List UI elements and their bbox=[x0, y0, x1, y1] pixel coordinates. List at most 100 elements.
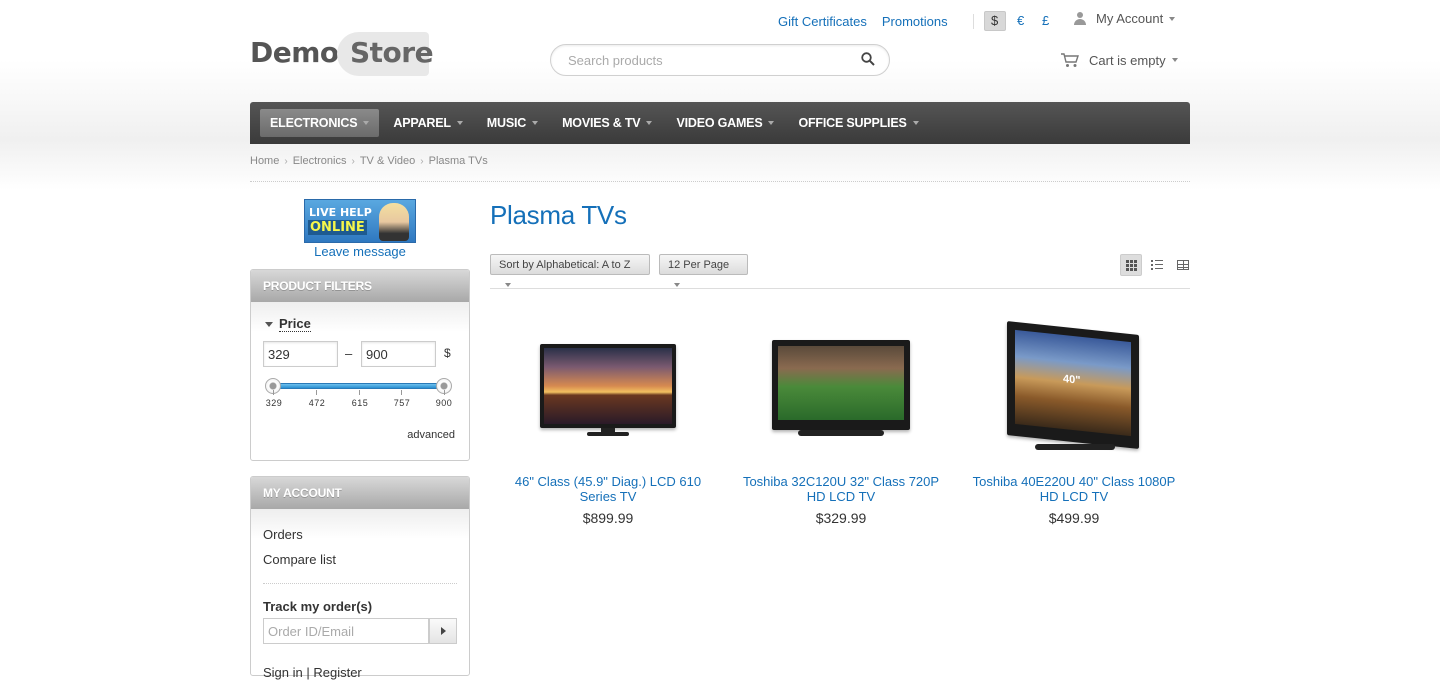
cart-icon bbox=[1061, 53, 1079, 67]
nav-item-label: APPAREL bbox=[393, 116, 451, 130]
product-price: $329.99 bbox=[815, 510, 867, 526]
slider-tick bbox=[316, 390, 317, 395]
nav-item-video-games[interactable]: VIDEO GAMES bbox=[666, 109, 784, 137]
product-image[interactable] bbox=[503, 320, 713, 460]
cart-menu[interactable]: Cart is empty bbox=[1060, 52, 1178, 68]
price-filter-toggle[interactable]: Price bbox=[265, 316, 311, 332]
price-filter-label: Price bbox=[279, 316, 311, 332]
product-filters-panel: PRODUCT FILTERS Price – $ 329 472 615 75… bbox=[250, 269, 470, 461]
live-help-line-1: LIVE HELP bbox=[309, 206, 372, 219]
product-name-link[interactable]: Toshiba 40E220U 40" Class 1080P HD LCD T… bbox=[969, 474, 1179, 504]
my-account-title: MY ACCOUNT bbox=[251, 477, 469, 509]
sort-dropdown[interactable]: Sort by Alphabetical: A to Z bbox=[490, 254, 650, 288]
track-order-submit-button[interactable] bbox=[429, 618, 457, 644]
compare-list-link[interactable]: Compare list bbox=[263, 552, 336, 567]
divider bbox=[250, 181, 1190, 182]
gift-certificates-link[interactable]: Gift Certificates bbox=[778, 14, 867, 29]
screen-size-badge: 40" bbox=[1063, 372, 1081, 387]
search-icon[interactable] bbox=[861, 52, 875, 66]
tv-sunset-image bbox=[540, 344, 676, 428]
nav-item-electronics[interactable]: ELECTRONICS bbox=[260, 109, 380, 137]
orders-link[interactable]: Orders bbox=[263, 527, 303, 542]
list-icon bbox=[1151, 260, 1163, 270]
chevron-down-icon bbox=[456, 121, 463, 125]
list-view-button[interactable] bbox=[1146, 254, 1168, 276]
leave-message-link[interactable]: Leave message bbox=[250, 244, 470, 259]
product-filters-title: PRODUCT FILTERS bbox=[251, 270, 469, 302]
nav-item-label: MOVIES & TV bbox=[562, 116, 641, 130]
logo[interactable]: Demo Store bbox=[250, 32, 434, 76]
breadcrumb-separator-icon: › bbox=[420, 155, 424, 167]
search-input[interactable] bbox=[566, 52, 850, 69]
nav-item-office-supplies[interactable]: OFFICE SUPPLIES bbox=[788, 109, 928, 137]
product-name-link[interactable]: Toshiba 32C120U 32" Class 720P HD LCD TV bbox=[736, 474, 946, 504]
nav-item-label: MUSIC bbox=[486, 116, 527, 130]
currency-gbp[interactable]: £ bbox=[1036, 12, 1056, 30]
divider bbox=[490, 288, 1190, 289]
grid-icon bbox=[1126, 260, 1137, 271]
slider-tick bbox=[273, 390, 274, 395]
nav-item-label: ELECTRONICS bbox=[270, 116, 358, 130]
chevron-down-icon bbox=[646, 121, 653, 125]
advanced-filters-link[interactable]: advanced bbox=[407, 429, 455, 441]
product-image[interactable]: 40" bbox=[969, 320, 1179, 460]
breadcrumb: Home › Electronics › TV & Video › Plasma… bbox=[250, 155, 488, 167]
main-nav: ELECTRONICS APPAREL MUSIC MOVIES & TV VI… bbox=[250, 102, 1190, 144]
breadcrumb-tv-video[interactable]: TV & Video bbox=[360, 155, 415, 167]
view-mode-switcher bbox=[1116, 254, 1194, 276]
tv-stand-base bbox=[1035, 444, 1115, 450]
nav-item-label: VIDEO GAMES bbox=[676, 116, 763, 130]
table-icon bbox=[1177, 260, 1189, 270]
price-slider-track[interactable] bbox=[273, 383, 445, 389]
slider-tick-label: 757 bbox=[393, 398, 411, 408]
chevron-down-icon bbox=[674, 283, 680, 288]
chevron-down-icon bbox=[1171, 58, 1178, 62]
nav-item-music[interactable]: MUSIC bbox=[477, 109, 548, 137]
currency-switcher: $ € £ bbox=[972, 11, 1061, 31]
my-account-panel: MY ACCOUNT Orders Compare list Track my … bbox=[250, 476, 470, 680]
slider-tick bbox=[359, 390, 360, 395]
grid-view-button[interactable] bbox=[1120, 254, 1142, 276]
breadcrumb-electronics[interactable]: Electronics bbox=[293, 155, 347, 167]
nav-item-label: OFFICE SUPPLIES bbox=[798, 116, 907, 130]
divider bbox=[972, 13, 974, 29]
track-order-input[interactable] bbox=[263, 618, 429, 644]
promotions-link[interactable]: Promotions bbox=[882, 14, 948, 29]
table-view-button[interactable] bbox=[1172, 254, 1194, 276]
per-page-dropdown[interactable]: 12 Per Page bbox=[659, 254, 748, 288]
support-agent-image bbox=[379, 203, 409, 241]
live-help-banner[interactable]: LIVE HELP ONLINE bbox=[304, 199, 416, 243]
price-from-input[interactable] bbox=[263, 341, 338, 367]
chevron-down-icon bbox=[1169, 16, 1176, 21]
breadcrumb-current: Plasma TVs bbox=[428, 155, 488, 167]
currency-usd[interactable]: $ bbox=[983, 11, 1006, 31]
tv-screen bbox=[778, 346, 904, 420]
my-account-menu[interactable]: My Account bbox=[1073, 11, 1176, 26]
tv-stand-base bbox=[587, 432, 629, 436]
product-price: $499.99 bbox=[1048, 510, 1100, 526]
product-card: 40" Toshiba 40E220U 40" Class 1080P HD L… bbox=[969, 320, 1179, 526]
product-image[interactable] bbox=[736, 320, 946, 460]
chevron-down-icon bbox=[532, 121, 539, 125]
price-range-dash: – bbox=[345, 346, 353, 361]
tv-football-image bbox=[772, 340, 910, 430]
chevron-down-icon bbox=[768, 121, 775, 125]
product-name-link[interactable]: 46" Class (45.9" Diag.) LCD 610 Series T… bbox=[503, 474, 713, 504]
nav-item-apparel[interactable]: APPAREL bbox=[383, 109, 472, 137]
search-box bbox=[550, 44, 890, 76]
price-to-input[interactable] bbox=[361, 341, 436, 367]
price-currency: $ bbox=[444, 346, 451, 360]
breadcrumb-home[interactable]: Home bbox=[250, 155, 279, 167]
user-icon bbox=[1073, 11, 1087, 26]
nav-item-movies-tv[interactable]: MOVIES & TV bbox=[552, 109, 662, 137]
chevron-down-icon bbox=[912, 121, 919, 125]
top-links: Gift Certificates Promotions $ € £ bbox=[778, 11, 1061, 31]
track-order-title: Track my order(s) bbox=[263, 599, 373, 614]
page-container: Gift Certificates Promotions $ € £ My Ac… bbox=[250, 0, 1190, 680]
triangle-down-icon bbox=[265, 321, 273, 327]
currency-eur[interactable]: € bbox=[1011, 12, 1031, 30]
slider-tick-label: 900 bbox=[435, 398, 453, 408]
my-account-label: My Account bbox=[1096, 11, 1164, 26]
page-title: Plasma TVs bbox=[490, 200, 627, 230]
sign-in-register-link[interactable]: Sign in | Register bbox=[263, 665, 362, 680]
